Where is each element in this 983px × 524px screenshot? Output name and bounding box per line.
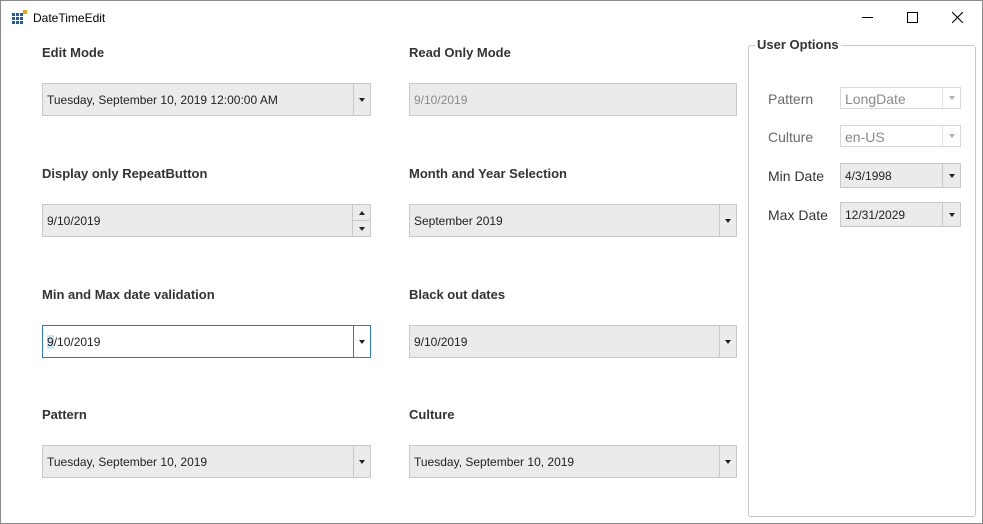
min-date-value: 4/3/1998	[845, 169, 892, 183]
read-only-label: Read Only Mode	[409, 45, 511, 60]
month-year-dropdown-button[interactable]	[719, 205, 736, 236]
min-date-picker[interactable]: 4/3/1998	[840, 163, 961, 188]
pattern-label: Pattern	[42, 407, 87, 422]
title-bar[interactable]: DateTimeEdit	[1, 1, 982, 33]
edit-mode-label: Edit Mode	[42, 45, 105, 60]
blackout-label: Black out dates	[409, 287, 506, 302]
pattern-combobox-value: LongDate	[845, 91, 906, 107]
chevron-down-icon	[359, 97, 365, 102]
chevron-down-icon	[948, 173, 955, 178]
repeat-button-value: 9/10/2019	[47, 214, 101, 228]
month-year-label: Month and Year Selection	[409, 166, 567, 181]
pattern-dropdown-button[interactable]	[353, 446, 370, 477]
app-grid-icon	[12, 10, 27, 24]
window-title: DateTimeEdit	[33, 11, 106, 25]
culture-value: Tuesday, September 10, 2019	[414, 455, 575, 469]
read-only-datetime-field[interactable]: 9/10/2019	[409, 83, 737, 116]
spin-buttons	[352, 205, 370, 236]
culture-dropdown-button[interactable]	[719, 446, 736, 477]
blackout-datetime-field[interactable]: 9/10/2019	[409, 325, 737, 358]
user-options-group	[748, 45, 976, 517]
pattern-combobox[interactable]: LongDate	[840, 87, 961, 109]
option-max-date-label: Max Date	[768, 207, 828, 223]
chevron-down-icon	[725, 339, 731, 344]
option-min-date-label: Min Date	[768, 168, 825, 184]
chevron-down-icon	[948, 212, 955, 217]
chevron-down-icon	[948, 96, 955, 100]
chevron-down-icon	[358, 226, 365, 231]
min-max-value: 9/10/2019	[47, 335, 100, 349]
max-date-value: 12/31/2029	[845, 208, 906, 222]
option-pattern-label: Pattern	[768, 91, 814, 107]
close-button[interactable]	[934, 1, 980, 33]
user-options-title: User Options	[755, 37, 841, 52]
maximize-button[interactable]	[889, 1, 935, 33]
pattern-combobox-dropdown[interactable]	[942, 88, 960, 108]
chevron-up-icon	[358, 210, 365, 215]
edit-mode-dropdown-button[interactable]	[353, 84, 370, 115]
maximize-icon	[906, 11, 918, 23]
culture-combobox-dropdown[interactable]	[942, 126, 960, 146]
month-year-value: September 2019	[414, 214, 503, 228]
culture-label: Culture	[409, 407, 455, 422]
read-only-value: 9/10/2019	[414, 93, 468, 107]
minimize-icon	[861, 16, 873, 18]
option-culture-label: Culture	[768, 129, 814, 145]
spin-down-button[interactable]	[353, 221, 370, 236]
chevron-down-icon	[359, 339, 365, 344]
min-date-dropdown[interactable]	[942, 164, 960, 187]
repeat-button-label: Display only RepeatButton	[42, 166, 208, 181]
min-max-value-rest: /10/2019	[53, 335, 101, 349]
chevron-down-icon	[359, 459, 365, 464]
min-max-label: Min and Max date validation	[42, 287, 215, 302]
minimize-button[interactable]	[844, 1, 890, 33]
chevron-down-icon	[948, 134, 955, 138]
culture-datetime-field[interactable]: Tuesday, September 10, 2019	[409, 445, 737, 478]
chevron-down-icon	[725, 218, 731, 223]
pattern-datetime-field[interactable]: Tuesday, September 10, 2019	[42, 445, 371, 478]
blackout-dropdown-button[interactable]	[719, 326, 736, 357]
month-year-datetime-field[interactable]: September 2019	[409, 204, 737, 237]
culture-combobox[interactable]: en-US	[840, 125, 961, 147]
min-max-dropdown-button[interactable]	[353, 326, 370, 357]
spin-up-button[interactable]	[353, 205, 370, 221]
app-window: DateTimeEdit Edit Mode Tuesday, Septembe…	[0, 0, 983, 524]
chevron-down-icon	[725, 459, 731, 464]
blackout-value: 9/10/2019	[414, 335, 468, 349]
min-max-datetime-field[interactable]: 9/10/2019	[42, 325, 371, 358]
edit-mode-value: Tuesday, September 10, 2019 12:00:00 AM	[47, 93, 278, 107]
edit-mode-datetime-field[interactable]: Tuesday, September 10, 2019 12:00:00 AM	[42, 83, 371, 116]
culture-combobox-value: en-US	[845, 129, 885, 145]
repeat-button-datetime-field[interactable]: 9/10/2019	[42, 204, 371, 237]
max-date-dropdown[interactable]	[942, 203, 960, 226]
close-icon	[951, 11, 963, 23]
pattern-value: Tuesday, September 10, 2019	[47, 455, 208, 469]
selected-segment: 9	[47, 335, 54, 349]
max-date-picker[interactable]: 12/31/2029	[840, 202, 961, 227]
